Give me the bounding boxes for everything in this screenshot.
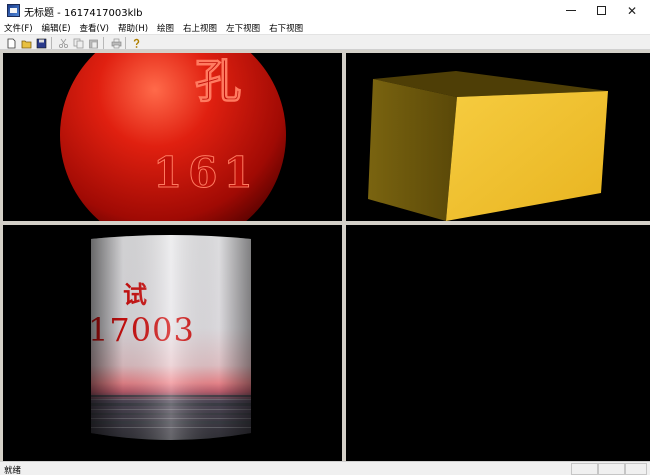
status-indicator-scrl bbox=[625, 463, 647, 475]
viewport-top-right[interactable] bbox=[346, 53, 650, 221]
toolbar-separator bbox=[125, 37, 126, 49]
close-button[interactable]: ✕ bbox=[617, 0, 647, 21]
minimize-button[interactable] bbox=[556, 0, 586, 21]
viewport-top-left[interactable]: 孔 161 bbox=[3, 53, 342, 221]
cylinder-scene: 试 17003 bbox=[91, 235, 251, 440]
box-left-face bbox=[368, 79, 457, 221]
print-button[interactable] bbox=[110, 37, 122, 49]
sphere-scene: 孔 161 bbox=[60, 53, 286, 221]
help-icon bbox=[133, 38, 139, 48]
square-scene bbox=[427, 274, 567, 414]
menu-top-right-view[interactable]: 右上视图 bbox=[183, 22, 217, 34]
menu-help[interactable]: 帮助(H) bbox=[118, 22, 148, 34]
new-file-button[interactable] bbox=[5, 37, 17, 49]
cylinder-body: 试 17003 bbox=[91, 235, 251, 440]
new-file-icon bbox=[7, 38, 15, 48]
sphere-text-top: 孔 bbox=[195, 54, 241, 108]
menu-draw[interactable]: 绘图 bbox=[157, 22, 174, 34]
viewport-bottom-left[interactable]: 试 17003 bbox=[3, 225, 342, 461]
status-text: 就绪 bbox=[4, 466, 22, 475]
paste-button[interactable] bbox=[87, 37, 99, 49]
minimize-icon bbox=[566, 10, 576, 11]
about-button[interactable] bbox=[130, 37, 142, 49]
wireframe-square bbox=[427, 274, 567, 414]
menu-bottom-left-view[interactable]: 左下视图 bbox=[226, 22, 260, 34]
viewport-area: 孔 161 bbox=[0, 50, 650, 461]
box-front-face bbox=[446, 91, 608, 221]
box-scene bbox=[368, 71, 608, 221]
save-button[interactable] bbox=[35, 37, 47, 49]
sphere-text-bottom: 161 bbox=[153, 148, 259, 197]
cut-icon bbox=[58, 38, 68, 48]
window-title: 无标题 - 1617417003klb bbox=[24, 8, 143, 19]
status-indicator-num bbox=[598, 463, 625, 475]
menu-bar: 文件(F) 编辑(E) 查看(V) 帮助(H) 绘图 右上视图 左下视图 右下视… bbox=[0, 21, 650, 34]
app-icon bbox=[7, 4, 20, 17]
menu-bottom-right-view[interactable]: 右下视图 bbox=[269, 22, 303, 34]
menu-edit[interactable]: 编辑(E) bbox=[42, 22, 71, 34]
copy-icon bbox=[73, 38, 83, 48]
toolbar-separator bbox=[103, 37, 104, 49]
viewport-bottom-right[interactable] bbox=[346, 225, 650, 461]
maximize-icon bbox=[596, 6, 606, 15]
copy-button[interactable] bbox=[72, 37, 84, 49]
status-indicator-cap bbox=[571, 463, 598, 475]
open-folder-icon bbox=[21, 40, 31, 48]
toolbar-separator bbox=[51, 37, 52, 49]
print-icon bbox=[111, 38, 121, 48]
status-bar: 就绪 bbox=[0, 461, 650, 475]
toolbar bbox=[0, 34, 650, 50]
menu-file[interactable]: 文件(F) bbox=[4, 22, 33, 34]
open-button[interactable] bbox=[20, 37, 32, 49]
paste-icon bbox=[88, 39, 98, 48]
cut-button[interactable] bbox=[57, 37, 69, 49]
maximize-button[interactable] bbox=[586, 0, 616, 21]
menu-view[interactable]: 查看(V) bbox=[80, 22, 109, 34]
title-bar: 无标题 - 1617417003klb ✕ bbox=[0, 0, 650, 21]
close-icon: ✕ bbox=[626, 3, 638, 18]
save-icon bbox=[36, 38, 46, 48]
